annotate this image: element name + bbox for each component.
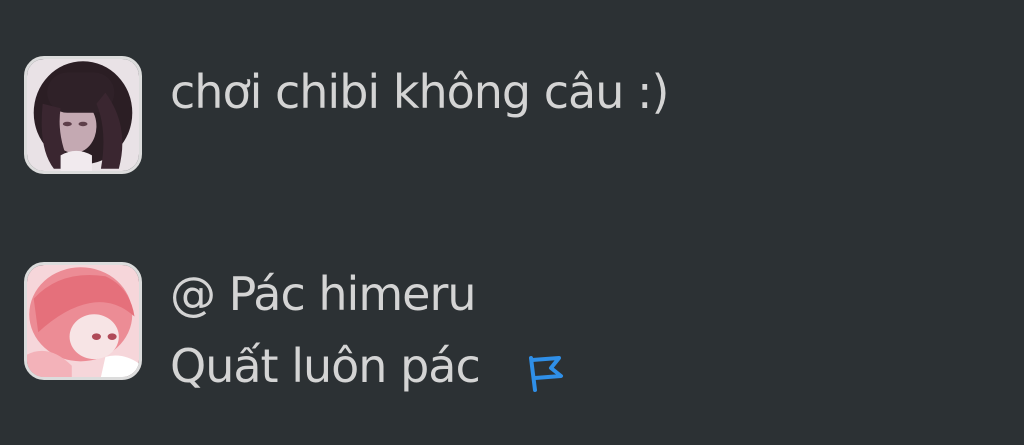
message-text-row: Quất luôn pác (170, 330, 567, 402)
avatar[interactable] (24, 56, 142, 174)
pink-haired-girl-avatar (27, 265, 139, 377)
message-content: @ Pác himeru Quất luôn pác (170, 258, 567, 402)
message-text: chơi chibi không câu :) (170, 65, 669, 119)
message-content: chơi chibi không câu :) (170, 56, 669, 128)
chat-message: @ Pác himeru Quất luôn pác (24, 262, 567, 402)
chat-feed: chơi chibi không câu :) @ Pác himeru Quấ… (0, 0, 1024, 445)
chat-message: chơi chibi không câu :) (24, 56, 669, 174)
dark-haired-girl-avatar (27, 59, 139, 171)
flag-icon[interactable] (523, 344, 567, 392)
message-text: Quất luôn pác (170, 339, 481, 393)
reply-mention[interactable]: @ Pác himeru (170, 258, 567, 330)
avatar[interactable] (24, 262, 142, 380)
